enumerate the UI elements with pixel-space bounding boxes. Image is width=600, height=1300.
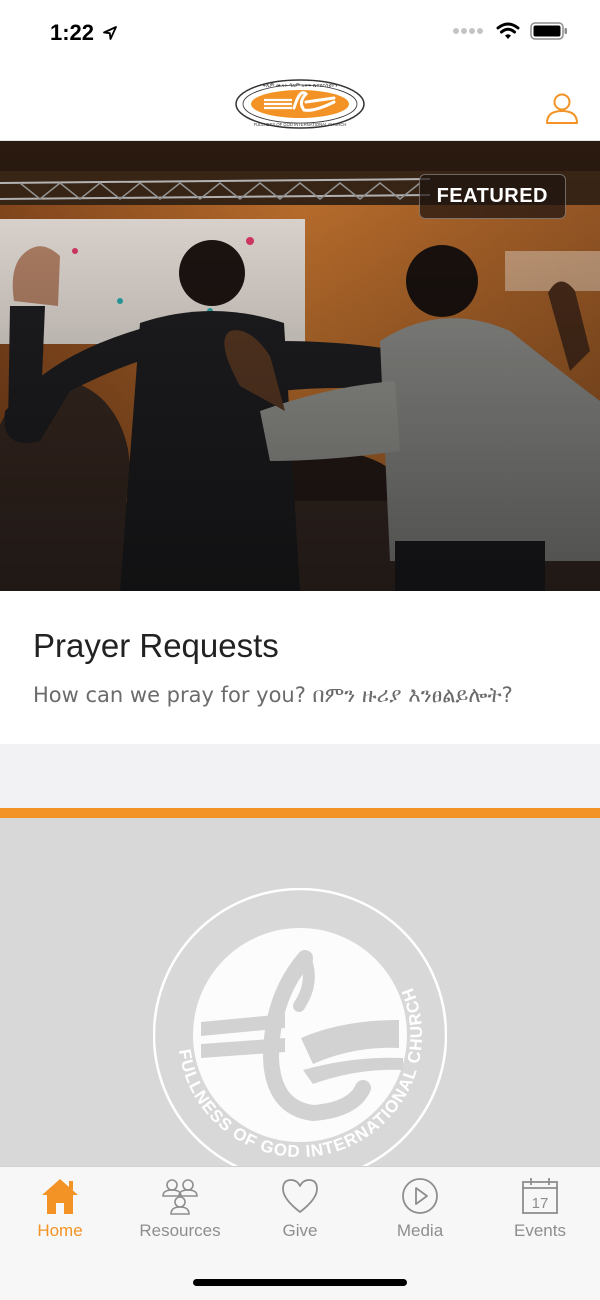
app-header: ፍጹም ሙላት ዓለም አቀፍ ቤተክርስቲያን FULLNESS OF GOD… bbox=[0, 64, 600, 141]
location-arrow-icon bbox=[103, 26, 118, 40]
card-subtitle: How can we pray for you? በምን ዙሪያ እንፀልይሎት… bbox=[33, 683, 513, 707]
people-icon bbox=[162, 1179, 198, 1215]
tab-media[interactable]: Media bbox=[360, 1167, 480, 1257]
status-bar: 1:22 bbox=[0, 0, 600, 64]
tab-events[interactable]: 17 Events bbox=[480, 1167, 600, 1257]
tab-label-home: Home bbox=[37, 1221, 83, 1240]
svg-text:ፍጹም ሙላት ዓለም አቀፍ ቤተክርስቲያን: ፍጹም ሙላት ዓለም አቀፍ ቤተክርስቲያን bbox=[263, 83, 338, 89]
tab-home[interactable]: Home bbox=[0, 1167, 120, 1257]
person-icon[interactable] bbox=[544, 90, 580, 126]
tab-label-media: Media bbox=[396, 1221, 444, 1240]
card-title: Prayer Requests bbox=[33, 627, 279, 664]
tab-label-resources: Resources bbox=[139, 1221, 221, 1240]
play-icon bbox=[402, 1178, 438, 1214]
battery-icon bbox=[530, 22, 567, 40]
church-seal-section: FULLNESS OF GOD INTERNATIONAL CHURCH bbox=[0, 818, 600, 1166]
tab-give[interactable]: Give bbox=[240, 1167, 360, 1257]
section-spacer bbox=[0, 744, 600, 808]
prayer-requests-card[interactable]: Prayer Requests How can we pray for you?… bbox=[0, 591, 600, 744]
featured-badge: FEATURED bbox=[418, 174, 566, 219]
church-seal-logo: FULLNESS OF GOD INTERNATIONAL CHURCH bbox=[153, 888, 447, 1166]
accent-divider bbox=[0, 808, 600, 818]
tab-label-give: Give bbox=[282, 1221, 318, 1240]
calendar-day: 17 bbox=[532, 1195, 549, 1212]
featured-hero-image[interactable]: FEATURED bbox=[0, 141, 600, 591]
wifi-icon bbox=[496, 22, 520, 39]
calendar-icon: 17 bbox=[522, 1178, 558, 1214]
home-icon bbox=[42, 1179, 78, 1214]
heart-icon bbox=[282, 1179, 318, 1213]
tab-label-events: Events bbox=[514, 1221, 566, 1240]
church-logo[interactable]: ፍጹም ሙላት ዓለም አቀፍ ቤተክርስቲያን FULLNESS OF GOD… bbox=[234, 78, 366, 130]
signal-icon bbox=[453, 28, 483, 34]
home-indicator bbox=[193, 1279, 407, 1286]
tab-resources[interactable]: Resources bbox=[120, 1167, 240, 1257]
status-time: 1:22 bbox=[50, 20, 118, 46]
svg-text:FULLNESS OF GOD INTERNATIONAL: FULLNESS OF GOD INTERNATIONAL CHURCH bbox=[254, 122, 347, 127]
